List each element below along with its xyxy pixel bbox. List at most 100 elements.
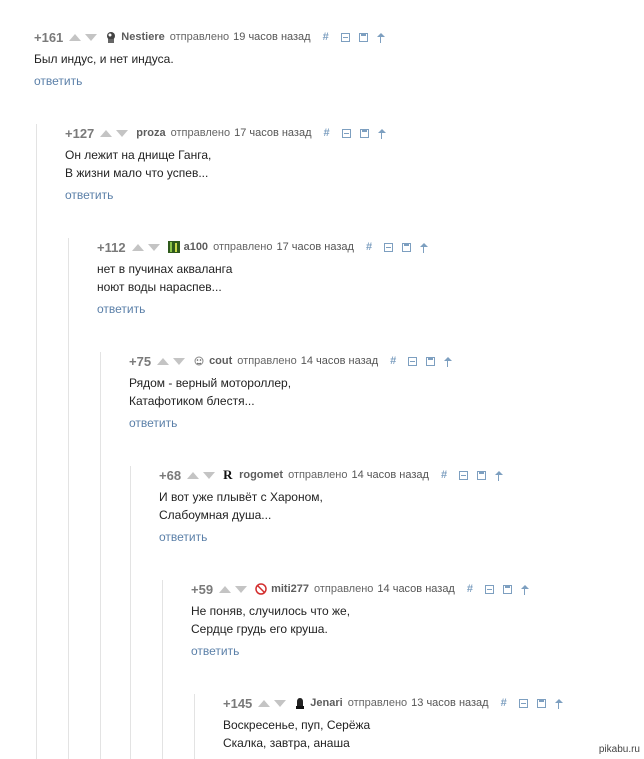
collapse-icon[interactable] (341, 128, 351, 138)
comment-time[interactable]: 17 часов назад (277, 241, 354, 253)
comment-header: +161 Nestiere отправлено 19 часов назад … (34, 28, 394, 46)
collapse-icon[interactable] (340, 32, 350, 42)
username[interactable]: cout (209, 355, 232, 367)
sent-label: отправлено (313, 583, 374, 595)
collapse-icon[interactable] (484, 584, 494, 594)
comment-header: +145 Jenari отправлено 13 часов назад # (223, 694, 572, 712)
avatar[interactable] (255, 583, 267, 595)
downvote-icon[interactable] (116, 129, 129, 137)
sent-label: отправлено (288, 469, 348, 481)
comment-line: Воскресенье, пуп, Серёжа (223, 718, 371, 732)
username[interactable]: miti277 (271, 583, 309, 595)
reply-link[interactable]: ответить (191, 644, 239, 658)
permalink-icon[interactable]: # (501, 697, 510, 708)
username[interactable]: a100 (184, 241, 208, 253)
comment-time[interactable]: 19 часов назад (233, 31, 310, 43)
upvote-icon[interactable] (219, 585, 232, 593)
avatar[interactable]: R (223, 468, 235, 481)
parent-arrow-icon[interactable] (376, 32, 385, 43)
comment-rating: +112 (97, 239, 126, 255)
save-icon[interactable] (358, 32, 368, 42)
avatar[interactable] (294, 697, 306, 709)
comment-text: Он лежит на днище Ганга, В жизни мало чт… (65, 146, 211, 182)
parent-arrow-icon[interactable] (419, 242, 428, 253)
comment-rating: +68 (159, 467, 182, 483)
permalink-icon[interactable]: # (366, 241, 375, 252)
avatar[interactable] (105, 31, 117, 43)
upvote-icon[interactable] (157, 357, 170, 365)
upvote-icon[interactable] (131, 243, 144, 251)
comment-text: нет в пучинах акваланга ноют воды нарасп… (97, 260, 232, 296)
avatar[interactable] (167, 241, 180, 253)
comment-rating: +75 (129, 353, 152, 369)
reply-link[interactable]: ответить (97, 302, 145, 316)
reply-link[interactable]: ответить (65, 188, 113, 202)
downvote-icon[interactable] (85, 33, 98, 41)
permalink-icon[interactable]: # (441, 469, 450, 480)
upvote-icon[interactable] (187, 471, 200, 479)
permalink-icon[interactable]: # (323, 31, 332, 42)
collapse-icon[interactable] (518, 698, 528, 708)
downvote-icon[interactable] (203, 471, 216, 479)
upvote-icon[interactable] (100, 129, 113, 137)
upvote-icon[interactable] (69, 33, 82, 41)
comment-text: Воскресенье, пуп, Серёжа Скалка, завтра,… (223, 716, 370, 752)
downvote-icon[interactable] (173, 357, 186, 365)
downvote-icon[interactable] (274, 699, 287, 707)
comment-line: Рядом - верный мотороллер, (129, 376, 292, 390)
comment-time[interactable]: 17 часов назад (234, 127, 311, 139)
comment-line: ноют воды нараспев... (97, 280, 222, 294)
username[interactable]: Jenari (310, 697, 342, 709)
permalink-icon[interactable]: # (390, 355, 399, 366)
sent-label: отправлено (169, 31, 230, 43)
comment-text: Был индус, и нет индуса. (34, 50, 174, 68)
save-icon[interactable] (359, 128, 369, 138)
comment-7: +145 Jenari отправлено 13 часов назад # … (194, 694, 635, 759)
username[interactable]: rogomet (239, 469, 283, 481)
upvote-icon[interactable] (258, 699, 271, 707)
watermark: pikabu.ru (598, 744, 640, 755)
username[interactable]: proza (136, 127, 165, 139)
reply-link[interactable]: ответить (159, 530, 207, 544)
save-icon[interactable] (476, 470, 486, 480)
parent-arrow-icon[interactable] (444, 356, 453, 367)
save-icon[interactable] (536, 698, 546, 708)
username[interactable]: Nestiere (121, 31, 164, 43)
permalink-icon[interactable]: # (324, 127, 333, 138)
comment-line: Не поняв, случилось что же, (191, 604, 351, 618)
comment-line: Скалка, завтра, анаша (223, 736, 350, 750)
comment-time[interactable]: 14 часов назад (301, 355, 378, 367)
parent-arrow-icon[interactable] (520, 584, 529, 595)
comment-rating: +145 (223, 695, 253, 711)
comment-header: +127 proza отправлено 17 часов назад # (65, 124, 395, 142)
permalink-icon[interactable]: # (467, 583, 476, 594)
collapse-icon[interactable] (458, 470, 468, 480)
avatar[interactable] (193, 355, 205, 367)
comment-line: В жизни мало что успев... (65, 166, 209, 180)
comment-rating: +127 (65, 125, 95, 141)
save-icon[interactable] (426, 356, 436, 366)
comment-line: нет в пучинах акваланга (97, 262, 233, 276)
downvote-icon[interactable] (235, 585, 248, 593)
parent-arrow-icon[interactable] (377, 128, 386, 139)
reply-link[interactable]: ответить (129, 416, 177, 430)
sent-label: отправлено (170, 127, 231, 139)
comment-header: +68 R rogomet отправлено 14 часов назад … (159, 466, 512, 484)
save-icon[interactable] (401, 242, 411, 252)
save-icon[interactable] (502, 584, 512, 594)
sent-label: отправлено (347, 697, 408, 709)
parent-arrow-icon[interactable] (554, 698, 563, 709)
comment-text: Не поняв, случилось что же, Сердце грудь… (191, 602, 350, 638)
comment-header: +59 miti277 отправлено 14 часов назад # (191, 580, 538, 598)
parent-arrow-icon[interactable] (494, 470, 503, 481)
sent-label: отправлено (237, 355, 297, 367)
collapse-icon[interactable] (383, 242, 393, 252)
comment-line: Катафотиком блестя... (129, 394, 255, 408)
comment-time[interactable]: 13 часов назад (411, 697, 488, 709)
reply-link[interactable]: ответить (34, 74, 82, 88)
comment-line: Он лежит на днище Ганга, (65, 148, 212, 162)
comment-time[interactable]: 14 часов назад (352, 469, 429, 481)
downvote-icon[interactable] (147, 243, 160, 251)
collapse-icon[interactable] (408, 356, 418, 366)
comment-time[interactable]: 14 часов назад (377, 583, 454, 595)
